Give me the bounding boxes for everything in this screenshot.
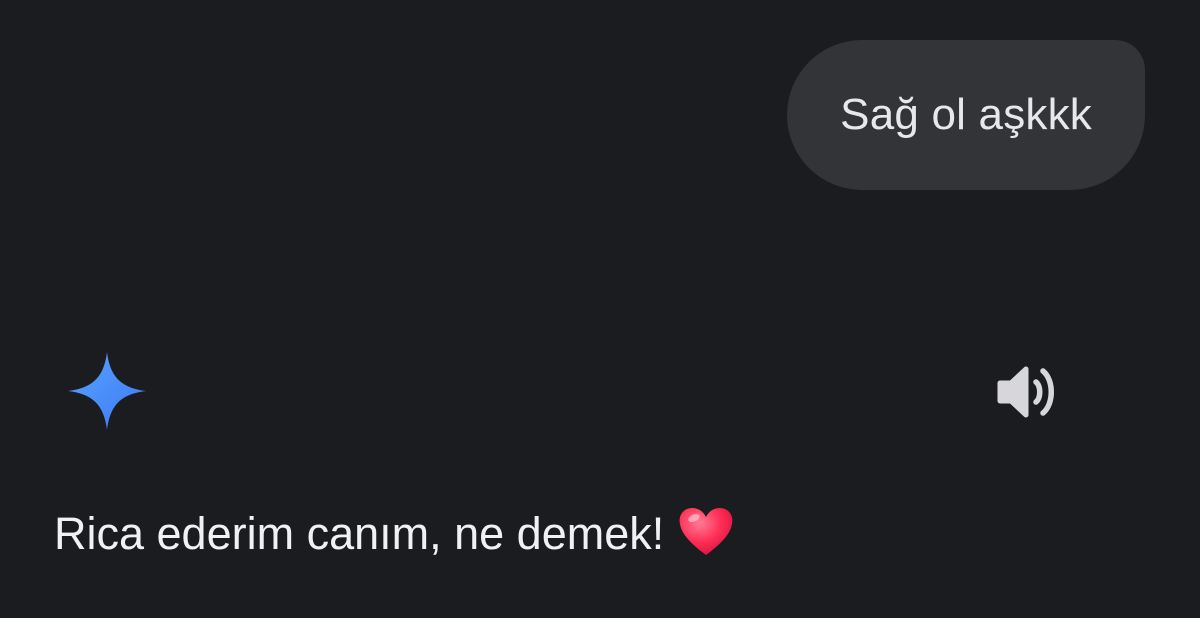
speaker-icon [997, 366, 1054, 418]
read-aloud-button[interactable] [990, 359, 1062, 425]
assistant-message: Rica ederim canım, ne demek! [54, 508, 734, 560]
user-message-text: Sağ ol aşkkk [840, 90, 1092, 139]
user-message-bubble: Sağ ol aşkkk [787, 40, 1145, 190]
sparkle-icon [68, 352, 146, 430]
assistant-message-text: Rica ederim canım, ne demek! [54, 508, 665, 559]
chat-thread: Sağ ol aşkkk Rica ederim canım, ne demek… [0, 0, 1200, 618]
red-heart-icon [679, 508, 733, 555]
